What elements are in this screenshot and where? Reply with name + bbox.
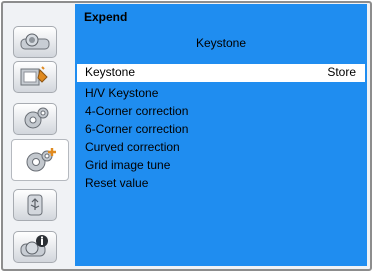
sidebar (4, 3, 71, 269)
keystone-menu-panel: Expend Keystone Keystone Store H/V Keyst… (75, 4, 367, 266)
expand-gear-icon (23, 146, 57, 174)
info-icon (20, 234, 50, 260)
gear-icon (21, 106, 49, 132)
menu-item-4-corner[interactable]: 4-Corner correction (85, 103, 188, 119)
menu-item-hv-keystone[interactable]: H/V Keystone (85, 85, 158, 101)
menu-title: Expend (84, 10, 128, 24)
sidebar-item-info[interactable] (13, 231, 57, 263)
sidebar-item-expand[interactable] (11, 139, 69, 181)
menu-item-6-corner[interactable]: 6-Corner correction (85, 121, 188, 137)
sidebar-item-projector[interactable] (13, 26, 57, 58)
menu-item-grid-tune[interactable]: Grid image tune (85, 157, 170, 173)
menu-subtitle: Keystone (195, 36, 247, 50)
menu-item-reset[interactable]: Reset value (85, 175, 148, 191)
projector-icon (20, 33, 50, 51)
menu-item-curved[interactable]: Curved correction (85, 139, 180, 155)
menu-item-keystone[interactable]: Keystone Store (77, 64, 365, 82)
sidebar-item-image[interactable] (13, 61, 57, 93)
usb-icon (25, 193, 45, 217)
menu-item-value: Store (327, 65, 356, 79)
menu-item-label: Keystone (85, 65, 136, 79)
sidebar-item-setting[interactable] (13, 103, 57, 135)
image-adjust-icon (20, 66, 50, 88)
sidebar-item-usb[interactable] (13, 189, 57, 221)
